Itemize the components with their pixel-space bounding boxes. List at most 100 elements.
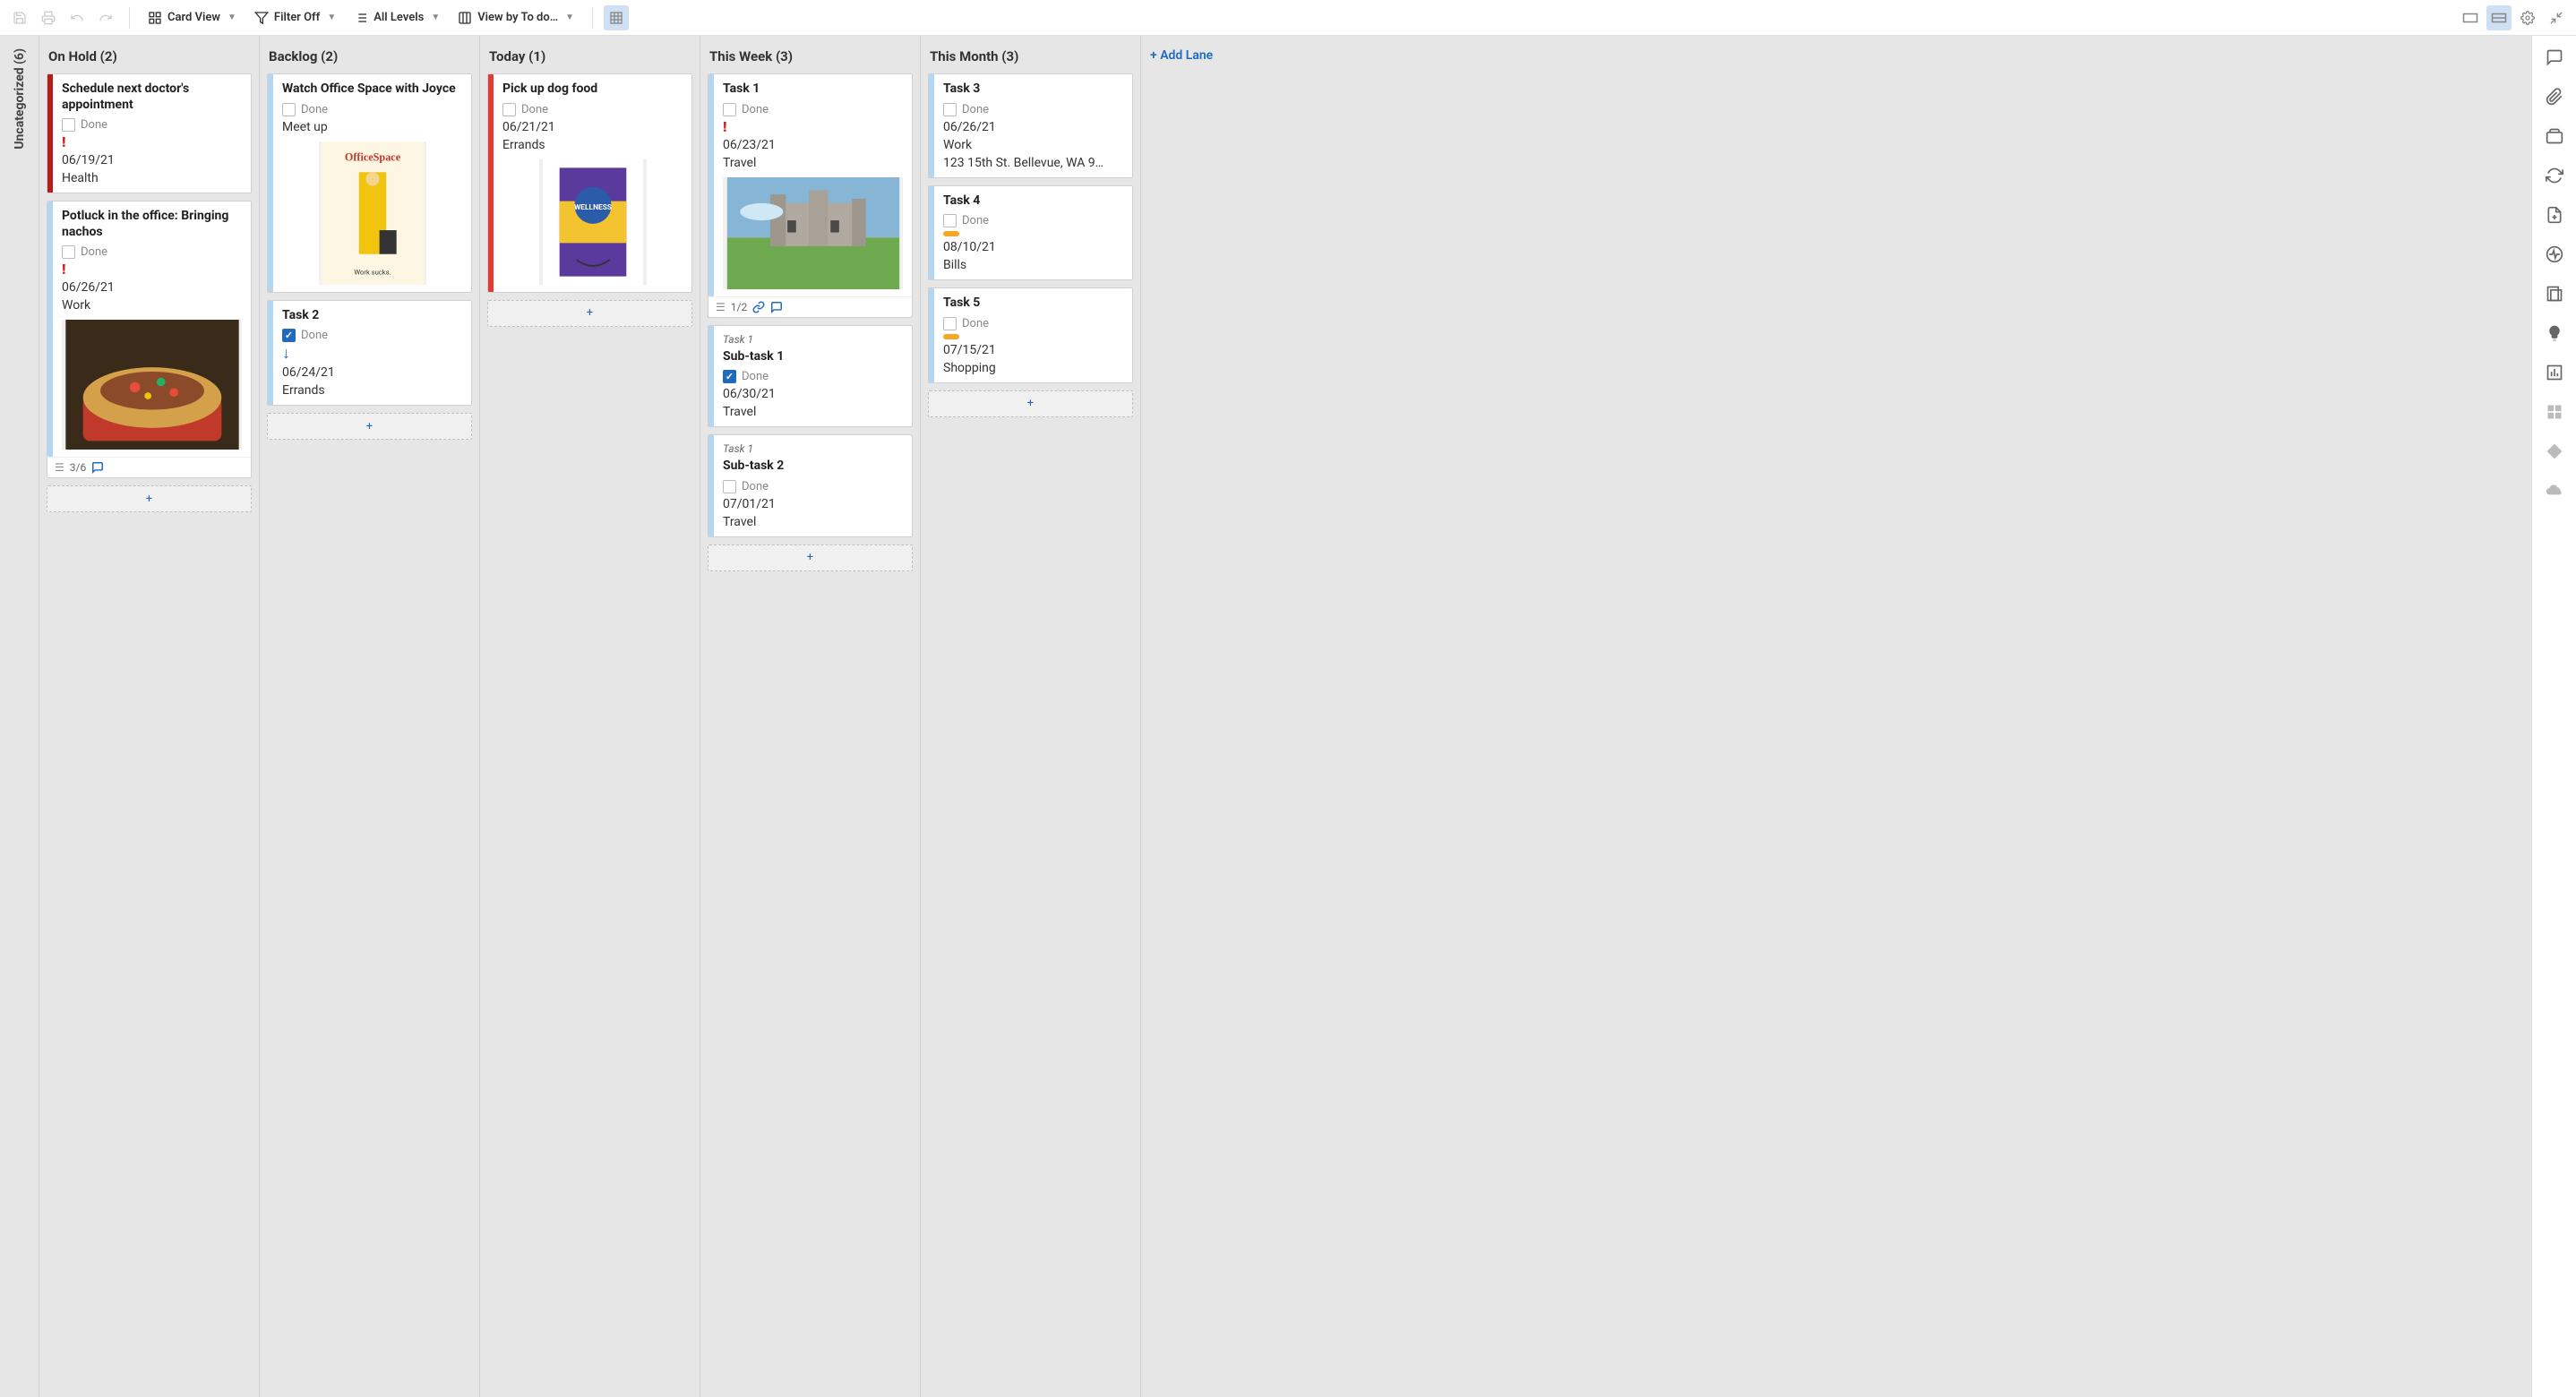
priority-high-icon: !: [62, 262, 242, 277]
lane-header[interactable]: On Hold (2): [39, 36, 259, 73]
card-category: Work: [943, 138, 1123, 152]
viewby-button[interactable]: View by To do… ▼: [451, 5, 581, 30]
row-group-rail[interactable]: Uncategorized (6): [0, 36, 39, 1397]
compact-view-icon[interactable]: [604, 5, 629, 30]
card-title: Watch Office Space with Joyce: [282, 81, 462, 98]
card[interactable]: Task 3Done06/26/21Work123 15th St. Belle…: [928, 73, 1133, 178]
lane-header[interactable]: This Month (3): [921, 36, 1140, 73]
subtasks-icon: ☰: [55, 461, 64, 474]
toolbar: Card View ▼ Filter Off ▼ All Levels ▼ Vi…: [0, 0, 2576, 36]
card-image: [62, 320, 242, 450]
summary-icon[interactable]: [2546, 285, 2563, 303]
card[interactable]: Pick up dog foodDone06/21/21ErrandsWELLN…: [487, 73, 692, 293]
lane-header[interactable]: This Week (3): [700, 36, 920, 73]
card[interactable]: Task 5Done07/15/21Shopping: [928, 287, 1133, 383]
add-card-button[interactable]: +: [928, 390, 1133, 417]
card-date: 06/21/21: [502, 120, 683, 134]
done-checkbox[interactable]: [943, 214, 957, 227]
done-row[interactable]: Done: [282, 329, 462, 342]
idea-icon[interactable]: [2546, 324, 2563, 342]
svg-text:Work sucks.: Work sucks.: [354, 268, 391, 276]
link-icon: [752, 301, 765, 313]
card[interactable]: Task 1Sub-task 2Done07/01/21Travel: [708, 434, 913, 537]
chevron-down-icon: ▼: [327, 13, 336, 22]
card-date: 07/15/21: [943, 343, 1123, 357]
card[interactable]: Task 1Sub-task 1Done06/30/21Travel: [708, 325, 913, 428]
chart-icon[interactable]: [2546, 364, 2563, 381]
card[interactable]: Watch Office Space with JoyceDoneMeet up…: [267, 73, 472, 293]
done-checkbox[interactable]: [723, 103, 736, 116]
done-row[interactable]: Done: [502, 103, 683, 116]
comments-icon[interactable]: [2546, 48, 2563, 66]
levels-button[interactable]: All Levels ▼: [347, 5, 447, 30]
chevron-down-icon: ▼: [228, 13, 236, 22]
priority-low-icon: ↓: [282, 346, 462, 362]
card-category: Bills: [943, 258, 1123, 272]
card-title: Sub-task 1: [723, 349, 903, 365]
card[interactable]: Schedule next doctor's appointmentDone!0…: [47, 73, 252, 193]
add-card-button[interactable]: +: [267, 413, 472, 440]
add-card-button[interactable]: +: [47, 485, 252, 512]
card[interactable]: Task 1Done!06/23/21Travel☰1/2: [708, 73, 913, 318]
proofs-icon[interactable]: [2546, 127, 2563, 145]
filter-label: Filter Off: [274, 11, 320, 24]
card-category: Health: [62, 171, 242, 185]
card-title: Task 5: [943, 296, 1123, 312]
card-location: 123 15th St. Bellevue, WA 9…: [943, 156, 1123, 170]
subtasks-icon: ☰: [716, 301, 726, 313]
done-label: Done: [742, 103, 769, 116]
card-date: 06/23/21: [723, 138, 903, 152]
filter-button[interactable]: Filter Off ▼: [247, 5, 343, 30]
done-checkbox[interactable]: [502, 103, 516, 116]
apps-icon[interactable]: [2546, 403, 2563, 421]
card[interactable]: Potluck in the office: Bringing nachosDo…: [47, 201, 252, 478]
done-row[interactable]: Done: [943, 103, 1123, 116]
card-view-label: Card View: [167, 11, 220, 24]
layout-split-icon[interactable]: [2486, 5, 2512, 30]
upload-file-icon[interactable]: [2546, 206, 2563, 224]
card-category: Work: [62, 298, 242, 313]
levels-icon: [354, 11, 368, 25]
done-checkbox[interactable]: [723, 480, 736, 493]
done-row[interactable]: Done: [62, 118, 242, 132]
attachments-icon[interactable]: [2546, 88, 2563, 106]
done-checkbox[interactable]: [723, 370, 736, 383]
add-card-button[interactable]: +: [708, 544, 913, 571]
done-checkbox[interactable]: [62, 118, 75, 132]
done-row[interactable]: Done: [62, 245, 242, 259]
card-view-button[interactable]: Card View ▼: [141, 5, 244, 30]
card-date: 06/30/21: [723, 387, 903, 401]
priority-high-icon: !: [62, 135, 242, 150]
done-row[interactable]: Done: [723, 370, 903, 383]
done-checkbox[interactable]: [943, 103, 957, 116]
done-checkbox[interactable]: [282, 329, 296, 342]
viewby-label: View by To do…: [477, 11, 558, 24]
done-row[interactable]: Done: [723, 480, 903, 493]
card[interactable]: Task 4Done08/10/21Bills: [928, 185, 1133, 281]
settings-icon[interactable]: [2515, 5, 2540, 30]
done-checkbox[interactable]: [282, 103, 296, 116]
cloud-icon[interactable]: [2545, 482, 2564, 496]
lane-header[interactable]: Backlog (2): [260, 36, 479, 73]
done-row[interactable]: Done: [943, 214, 1123, 227]
layout-single-icon[interactable]: [2458, 5, 2483, 30]
subtasks-count: 1/2: [731, 301, 747, 313]
done-row[interactable]: Done: [282, 103, 462, 116]
collapse-icon[interactable]: [2544, 5, 2569, 30]
done-label: Done: [742, 480, 769, 493]
done-checkbox[interactable]: [62, 245, 75, 259]
diamond-icon[interactable]: [2546, 442, 2563, 460]
refresh-icon[interactable]: [2546, 167, 2563, 184]
add-lane-button[interactable]: Add Lane: [1141, 36, 1361, 75]
done-row[interactable]: Done: [723, 103, 903, 116]
lane-header[interactable]: Today (1): [480, 36, 700, 73]
add-card-button[interactable]: +: [487, 300, 692, 327]
filter-icon: [254, 11, 269, 25]
lane-body: Watch Office Space with JoyceDoneMeet up…: [260, 73, 479, 449]
done-checkbox[interactable]: [943, 317, 957, 330]
card-image: WELLNESS: [539, 159, 647, 285]
card-title: Task 4: [943, 193, 1123, 210]
activity-icon[interactable]: [2546, 245, 2563, 263]
card[interactable]: Task 2Done↓06/24/21Errands: [267, 300, 472, 407]
done-row[interactable]: Done: [943, 317, 1123, 330]
